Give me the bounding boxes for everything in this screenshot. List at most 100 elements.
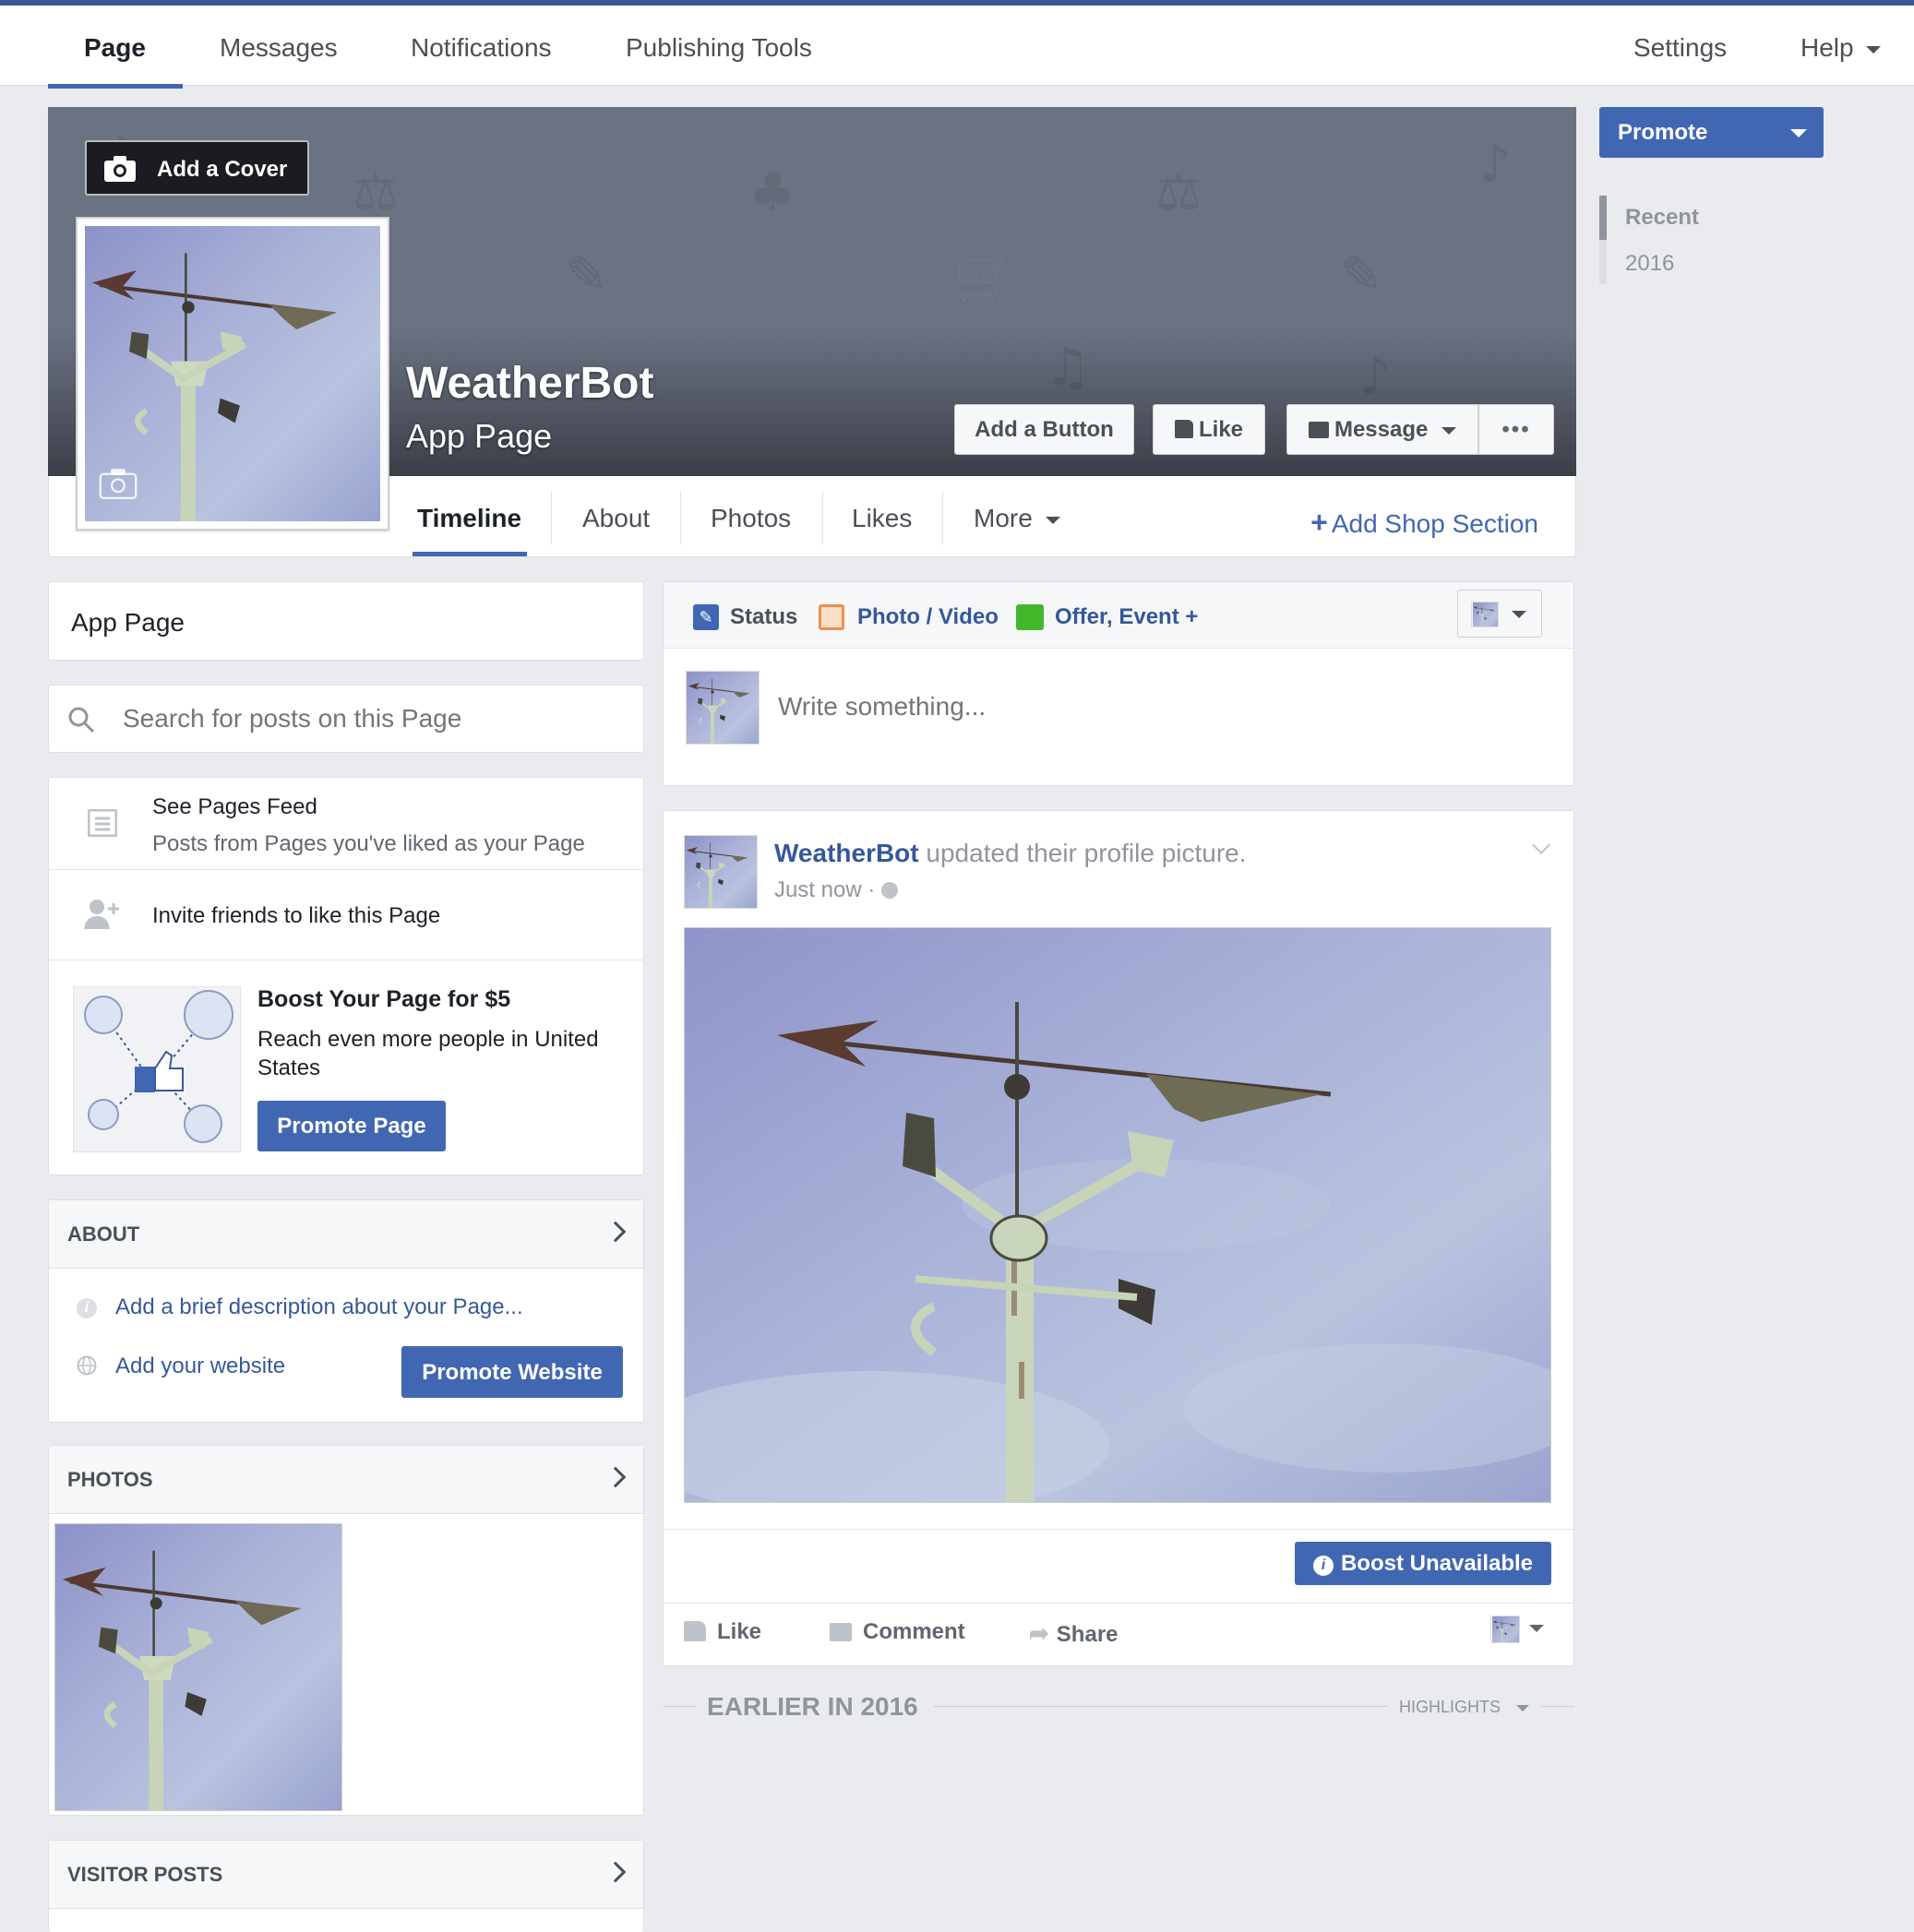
page-category: App Page	[406, 417, 553, 455]
composer: ✎ Status Photo / Video Offer, Event +	[663, 581, 1574, 786]
nav-settings[interactable]: Settings	[1633, 33, 1727, 63]
divider-line	[663, 1706, 696, 1707]
section-label: EARLIER IN 2016	[707, 1692, 918, 1721]
add-description-link[interactable]: Add a brief description about your Page.…	[115, 1294, 523, 1320]
nav-help-label: Help	[1800, 33, 1854, 62]
post-like-button[interactable]: Like	[684, 1619, 761, 1645]
post-as-selector[interactable]	[1457, 590, 1542, 638]
promote-button[interactable]: Promote	[1599, 107, 1824, 158]
composer-avatar	[686, 671, 760, 745]
speech-bubble-icon	[1308, 422, 1329, 438]
nav-page[interactable]: Page	[84, 33, 146, 63]
about-card: ABOUT i Add a brief description about yo…	[48, 1199, 644, 1423]
chevron-right-icon	[604, 1861, 627, 1883]
message-button[interactable]: Message	[1286, 404, 1478, 455]
post-timestamp[interactable]: Just now	[774, 877, 862, 902]
post-search-box[interactable]	[48, 685, 644, 753]
post-author-avatar[interactable]	[684, 835, 758, 909]
tab-photos[interactable]: Photos	[711, 504, 791, 533]
thumbs-up-icon	[684, 1621, 706, 1641]
tab-more-label: More	[974, 504, 1033, 532]
post-share-button[interactable]: ➦ Share	[1029, 1619, 1118, 1648]
post-photo[interactable]	[684, 927, 1551, 1503]
promote-website-button[interactable]: Promote Website	[401, 1346, 623, 1398]
year-recent[interactable]: Recent	[1625, 205, 1699, 231]
composer-tab-offer-event-label: Offer, Event +	[1055, 604, 1199, 629]
profile-picture[interactable]	[76, 217, 389, 531]
reaction-as-selector[interactable]	[1490, 1612, 1555, 1649]
year-navigator: Recent 2016	[1599, 196, 1699, 284]
photos-card: PHOTOS	[48, 1445, 644, 1816]
caret-down-icon	[1529, 1625, 1544, 1632]
add-website-link[interactable]: Add your website	[115, 1354, 285, 1379]
camera-icon[interactable]	[98, 468, 138, 499]
pages-feed-row[interactable]: See Pages Feed Posts from Pages you've l…	[49, 778, 643, 870]
caret-down-icon	[1516, 1704, 1530, 1711]
photo-thumbnail[interactable]	[54, 1523, 342, 1811]
boost-illustration	[73, 986, 241, 1152]
post-options-chevron-icon[interactable]	[1532, 836, 1550, 854]
share-icon: ➦	[1029, 1619, 1049, 1647]
separator-dot: ·	[867, 877, 882, 902]
page-title[interactable]: WeatherBot	[406, 358, 653, 409]
nav-notifications[interactable]: Notifications	[411, 33, 552, 63]
add-friend-icon	[84, 900, 119, 929]
nav-publishing-tools[interactable]: Publishing Tools	[626, 33, 812, 63]
about-header[interactable]: ABOUT	[49, 1200, 643, 1269]
post-author[interactable]: WeatherBot	[774, 839, 919, 867]
add-cover-label: Add a Cover	[157, 157, 288, 182]
tab-more[interactable]: More	[974, 504, 1060, 533]
like-label: Like	[1198, 417, 1244, 442]
tab-divider	[551, 491, 552, 544]
tab-divider	[680, 491, 681, 544]
highlights-dropdown[interactable]: HIGHLIGHTS	[1399, 1698, 1530, 1717]
highlights-label: HIGHLIGHTS	[1399, 1698, 1501, 1716]
post-like-label: Like	[717, 1619, 762, 1644]
add-shop-section-link[interactable]: + Add Shop Section	[1310, 506, 1538, 540]
divider-line	[934, 1706, 1388, 1707]
year-2016[interactable]: 2016	[1625, 251, 1674, 277]
post-header: WeatherBot updated their profile picture…	[774, 839, 1247, 868]
add-cover-button[interactable]: Add a Cover	[85, 140, 309, 196]
post-comment-button[interactable]: Comment	[830, 1619, 965, 1645]
post-search-input[interactable]	[123, 698, 621, 739]
search-icon	[68, 707, 95, 733]
boost-unavailable-label: Boost Unavailable	[1340, 1551, 1534, 1576]
post-action-text: updated their profile picture.	[926, 839, 1247, 867]
chevron-down-icon	[1866, 45, 1882, 54]
post-meta: Just now ·	[774, 877, 899, 903]
globe-icon	[77, 1355, 97, 1376]
invite-friends-row[interactable]: Invite friends to like this Page	[49, 870, 643, 960]
tab-likes[interactable]: Likes	[852, 504, 912, 533]
divider	[664, 1603, 1573, 1604]
nav-help[interactable]: Help	[1800, 33, 1882, 63]
tab-timeline[interactable]: Timeline	[417, 504, 521, 533]
tab-about[interactable]: About	[582, 504, 650, 533]
offer-icon	[1016, 604, 1044, 630]
boost-unavailable-button[interactable]: i Boost Unavailable	[1295, 1542, 1551, 1585]
add-a-button-button[interactable]: Add a Button	[954, 404, 1134, 455]
top-nav: Page Messages Notifications Publishing T…	[0, 0, 1914, 89]
post-card: WeatherBot updated their profile picture…	[663, 810, 1574, 1666]
thumbs-up-icon	[1174, 420, 1193, 438]
divider	[664, 1529, 1573, 1530]
caret-down-icon	[1512, 611, 1526, 618]
composer-tab-status-label: Status	[730, 604, 798, 629]
news-feed-icon	[88, 809, 117, 837]
visitor-posts-card: VISITOR POSTS	[48, 1840, 644, 1932]
info-icon: i	[1312, 1556, 1334, 1576]
visitor-posts-header-label: VISITOR POSTS	[67, 1863, 223, 1886]
photos-header[interactable]: PHOTOS	[49, 1446, 643, 1514]
add-shop-label: Add Shop Section	[1331, 509, 1538, 538]
composer-input[interactable]	[778, 684, 1516, 730]
like-page-button[interactable]: Like	[1153, 404, 1265, 455]
nav-messages[interactable]: Messages	[220, 33, 338, 63]
message-label: Message	[1334, 417, 1429, 442]
pages-feed-title: See Pages Feed	[152, 794, 317, 819]
visitor-posts-header[interactable]: VISITOR POSTS	[49, 1841, 643, 1909]
promote-page-button[interactable]: Promote Page	[257, 1101, 446, 1151]
more-options-button[interactable]: •••	[1478, 404, 1554, 455]
active-nav-indicator	[48, 84, 183, 89]
about-header-label: ABOUT	[67, 1222, 140, 1246]
invite-friends-label: Invite friends to like this Page	[152, 903, 441, 928]
